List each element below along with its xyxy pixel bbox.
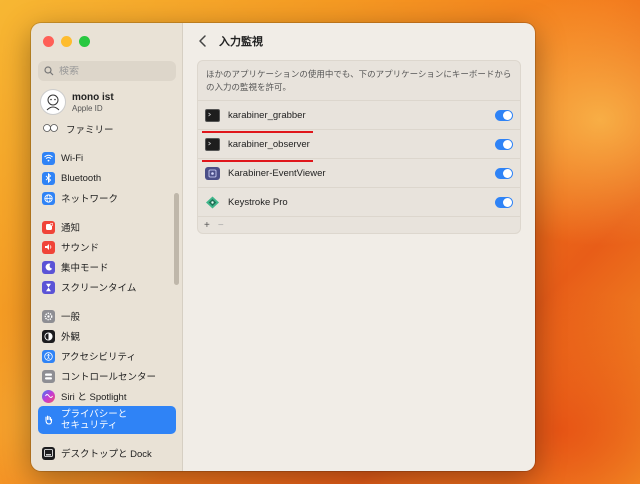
sidebar-item-bluetooth[interactable]: Bluetooth <box>38 168 176 188</box>
toggle-karabiner-eventviewer[interactable] <box>495 168 513 179</box>
app-row-karabiner-grabber: karabiner_grabber <box>198 101 520 133</box>
sidebar-item-label: 通知 <box>61 223 81 234</box>
sidebar-item-label: Bluetooth <box>61 172 102 184</box>
apple-id-account[interactable]: mono ist Apple ID <box>40 89 114 115</box>
app-name: Keystroke Pro <box>228 196 288 208</box>
sidebar-item-label: ネットワーク <box>61 194 119 205</box>
globe-icon <box>42 191 55 205</box>
avatar <box>40 89 66 115</box>
keystroke-pro-icon <box>205 196 220 209</box>
sidebar-item-label: コントロールセンター <box>61 372 157 383</box>
sidebar-item-siri-spotlight[interactable]: Siri と Spotlight <box>38 386 176 406</box>
sidebar-nav: ファミリー Wi-Fi Bluetooth ネットワーク 通知 サウンド 集中モ… <box>38 119 176 463</box>
sidebar-item-label: プライバシーと セキュリティ <box>61 409 128 431</box>
page-title: 入力監視 <box>219 36 263 48</box>
app-name: Karabiner-EventViewer <box>228 167 326 179</box>
remove-button[interactable]: − <box>218 220 224 231</box>
minimize-button[interactable] <box>61 36 72 47</box>
sidebar-item-label: 集中モード <box>61 263 109 274</box>
sidebar-item-family[interactable]: ファミリー <box>38 119 176 139</box>
family-icon <box>42 123 60 136</box>
sidebar-item-label: Siri と Spotlight <box>61 392 127 403</box>
sidebar-scrollbar[interactable] <box>174 193 179 285</box>
app-row-keystroke-pro: Keystroke Pro <box>198 188 520 217</box>
sidebar-item-privacy-security[interactable]: プライバシーと セキュリティ <box>38 406 176 434</box>
terminal-icon <box>205 137 220 151</box>
account-name: mono ist <box>72 91 114 103</box>
list-footer: + − <box>198 217 520 233</box>
sidebar-item-sound[interactable]: サウンド <box>38 237 176 257</box>
sidebar-item-label: 一般 <box>61 312 81 323</box>
account-subtitle: Apple ID <box>72 103 103 113</box>
bell-icon <box>42 220 55 234</box>
sidebar-item-label: デスクトップと Dock <box>61 449 152 460</box>
moon-icon <box>42 260 55 274</box>
siri-icon <box>42 389 55 403</box>
avatar-face-icon <box>46 94 60 111</box>
sidebar: mono ist Apple ID ファミリー Wi-Fi <box>31 23 183 471</box>
sidebar-item-screen-time[interactable]: スクリーンタイム <box>38 277 176 297</box>
wifi-icon <box>42 151 55 165</box>
app-row-karabiner-eventviewer: Karabiner-EventViewer <box>198 159 520 188</box>
hourglass-icon <box>42 280 55 294</box>
accessibility-icon <box>42 349 55 363</box>
main-content: 入力監視 ほかのアプリケーションの使用中でも、下のアプリケーションにキーボードか… <box>183 23 535 471</box>
sidebar-item-appearance[interactable]: 外観 <box>38 326 176 346</box>
sidebar-item-notifications[interactable]: 通知 <box>38 217 176 237</box>
sidebar-item-wifi[interactable]: Wi-Fi <box>38 148 176 168</box>
app-list-panel: ほかのアプリケーションの使用中でも、下のアプリケーションにキーボードからの入力の… <box>197 60 521 234</box>
appearance-icon <box>42 329 55 343</box>
app-name: karabiner_grabber <box>228 109 306 121</box>
app-name: karabiner_observer <box>228 138 310 150</box>
control-center-icon <box>42 369 55 383</box>
header: 入力監視 <box>197 33 263 49</box>
sidebar-item-control-center[interactable]: コントロールセンター <box>38 366 176 386</box>
search-field[interactable] <box>38 61 176 81</box>
chevron-left-icon[interactable] <box>197 34 209 48</box>
zoom-button[interactable] <box>79 36 90 47</box>
sidebar-item-focus[interactable]: 集中モード <box>38 257 176 277</box>
sidebar-item-accessibility[interactable]: アクセシビリティ <box>38 346 176 366</box>
sidebar-item-label: スクリーンタイム <box>61 283 137 294</box>
hand-icon <box>42 413 55 427</box>
event-viewer-icon <box>205 166 220 180</box>
window-controls <box>43 36 90 47</box>
dock-icon <box>42 446 55 460</box>
toggle-karabiner-grabber[interactable] <box>495 110 513 121</box>
sidebar-item-label: 外観 <box>61 332 81 343</box>
settings-window: mono ist Apple ID ファミリー Wi-Fi <box>31 23 535 471</box>
sidebar-item-desktop-dock[interactable]: デスクトップと Dock <box>38 443 176 463</box>
sidebar-item-label: Wi-Fi <box>61 152 84 164</box>
add-button[interactable]: + <box>204 220 210 231</box>
sidebar-item-general[interactable]: 一般 <box>38 306 176 326</box>
app-row-karabiner-observer: karabiner_observer <box>198 130 520 162</box>
search-icon <box>44 66 54 76</box>
sidebar-item-label: ファミリー <box>66 125 114 136</box>
toggle-keystroke-pro[interactable] <box>495 197 513 208</box>
gear-icon <box>42 309 55 323</box>
sidebar-item-network[interactable]: ネットワーク <box>38 188 176 208</box>
search-input[interactable] <box>59 65 169 77</box>
speaker-icon <box>42 240 55 254</box>
bluetooth-icon <box>42 171 55 185</box>
close-button[interactable] <box>43 36 54 47</box>
terminal-icon <box>205 108 220 122</box>
sidebar-item-label: サウンド <box>61 243 100 254</box>
sidebar-item-label: アクセシビリティ <box>61 352 136 363</box>
description-text: ほかのアプリケーションの使用中でも、下のアプリケーションにキーボードからの入力の… <box>198 61 520 101</box>
toggle-karabiner-observer[interactable] <box>495 139 513 150</box>
